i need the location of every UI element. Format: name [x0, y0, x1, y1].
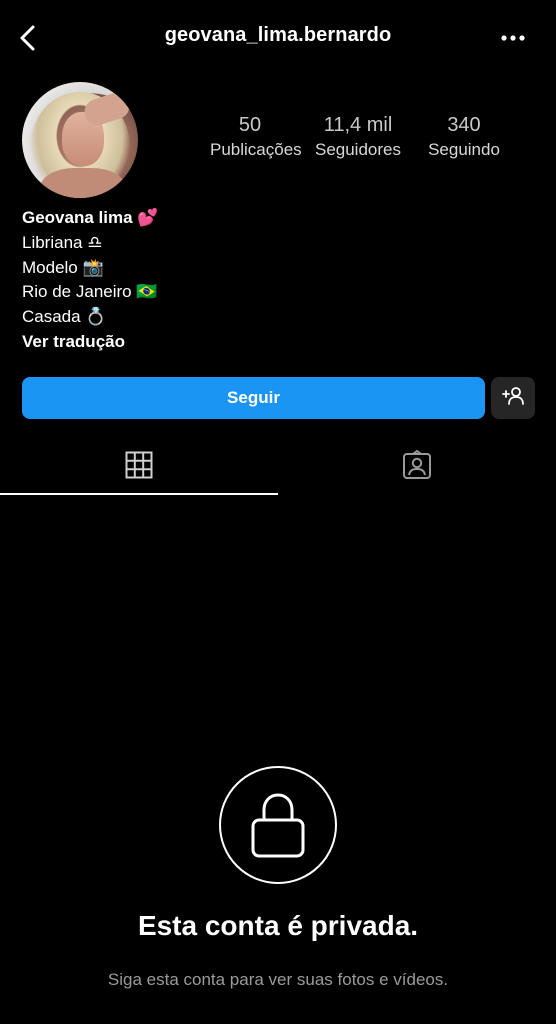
stat-posts-label: Publicações: [210, 140, 302, 159]
more-horizontal-icon[interactable]: [498, 24, 528, 52]
grid-icon: [125, 451, 153, 484]
suggested-accounts-button[interactable]: [491, 377, 535, 419]
avatar-body: [40, 168, 126, 198]
bio-name: Geovana lima 💕: [22, 208, 159, 227]
stat-following[interactable]: 340 Seguindo: [420, 112, 508, 160]
tab-tagged[interactable]: [278, 440, 556, 494]
add-person-icon: [501, 386, 525, 411]
bio-line: Modelo 📸: [22, 257, 104, 277]
profile-bio: Geovana lima 💕 Libriana ♎ Modelo 📸 Rio d…: [22, 206, 422, 355]
avatar[interactable]: [22, 82, 138, 198]
private-title: Esta conta é privada.: [137, 910, 419, 941]
profile-username: geovana_lima.bernardo: [164, 24, 392, 46]
bio-line: Libriana ♎: [22, 232, 103, 252]
bio-line: Casada 💍: [22, 307, 107, 327]
bio-line: Rio de Janeiro 🇧🇷: [22, 282, 158, 302]
top-bar: geovana_lima.bernardo: [0, 0, 556, 76]
profile-stats: 50 Publicações 11,4 mil Seguidores 340 S…: [196, 112, 516, 172]
stat-followers-label: Seguidores: [314, 140, 401, 159]
stat-posts[interactable]: 50 Publicações: [210, 112, 302, 160]
private-subtitle: Siga esta conta para ver suas fotos e ví…: [107, 970, 449, 989]
stat-posts-value: 50: [238, 114, 262, 136]
stat-followers-value: 11,4 mil: [323, 114, 393, 136]
tab-grid[interactable]: [0, 440, 278, 494]
selected-tab-indicator: [0, 493, 278, 495]
profile-tabs: [0, 440, 556, 496]
see-translation-link[interactable]: Ver tradução: [22, 330, 422, 355]
follow-button[interactable]: Seguir: [22, 377, 485, 419]
stat-followers[interactable]: 11,4 mil Seguidores: [306, 112, 410, 160]
tagged-person-icon: [402, 449, 432, 485]
lock-icon: [219, 766, 337, 884]
stat-following-value: 340: [447, 114, 481, 136]
stat-following-label: Seguindo: [428, 140, 500, 159]
